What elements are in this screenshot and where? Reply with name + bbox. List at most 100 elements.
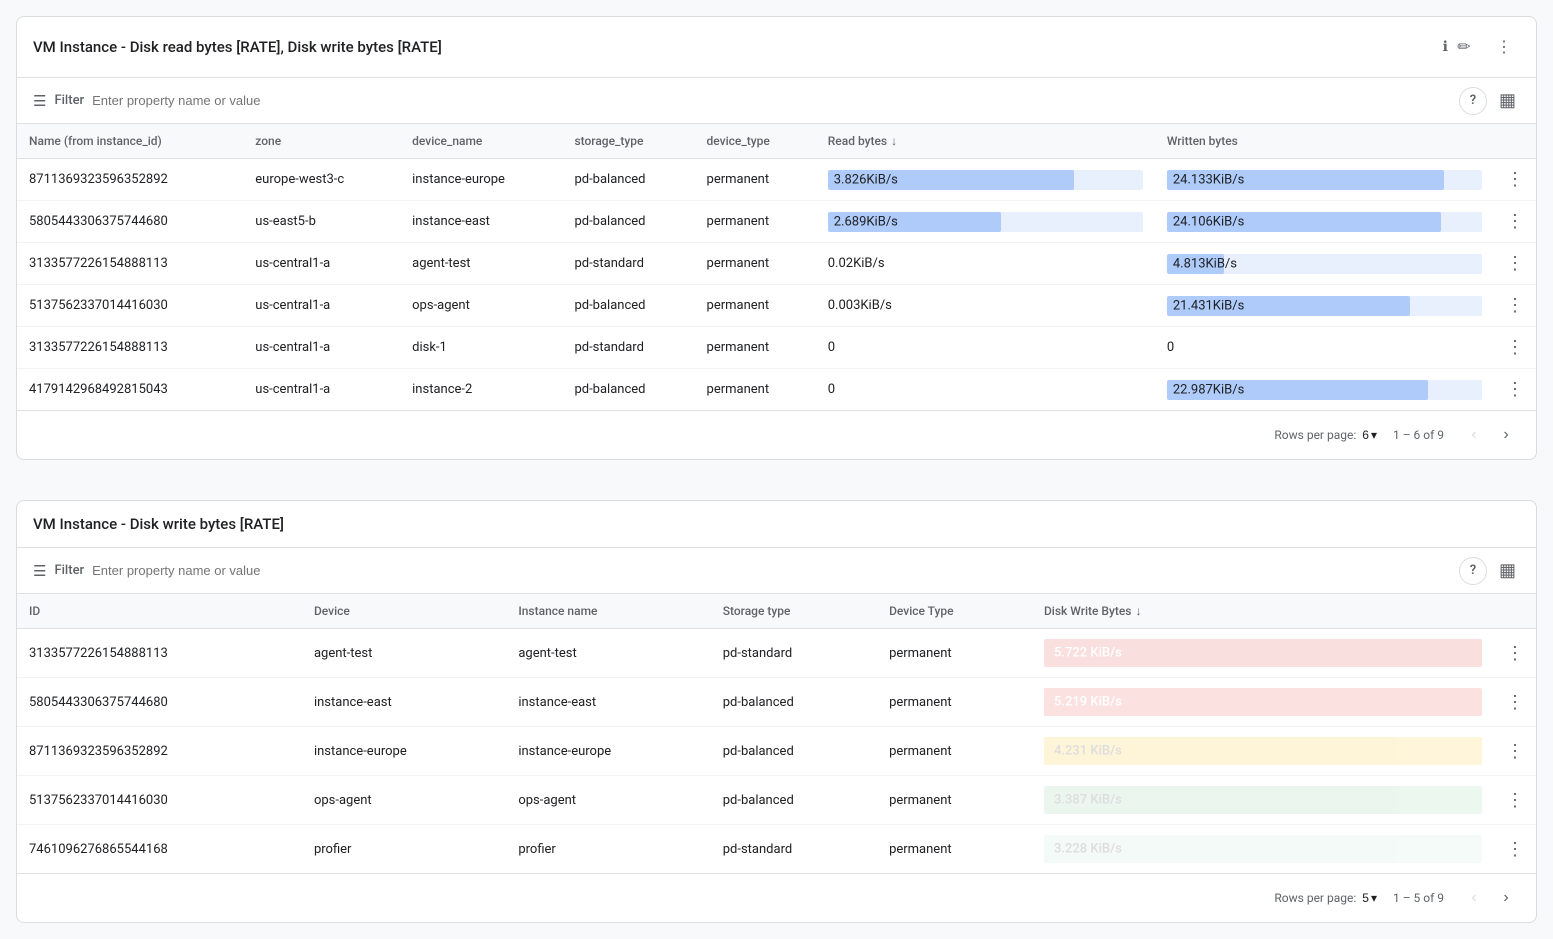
row-menu[interactable]: ⋮: [1494, 243, 1536, 285]
cell-storage-type: pd-balanced: [562, 285, 694, 327]
next-page-btn-2[interactable]: ›: [1492, 884, 1520, 912]
cell2-id: 8711369323596352892: [17, 727, 302, 776]
panel-2-header-row: ID Device Instance name Storage type Dev…: [17, 594, 1536, 629]
panel-1-rows-select[interactable]: 6 ▾: [1362, 428, 1377, 442]
table-row: 5137562337014416030 ops-agent ops-agent …: [17, 776, 1536, 825]
panel-2-header: VM Instance - Disk write bytes [RATE]: [17, 501, 1536, 548]
panel-1-edit-button[interactable]: ✏: [1448, 31, 1480, 63]
cell-storage-type: pd-standard: [562, 327, 694, 369]
cell2-instance-name: ops-agent: [506, 776, 710, 825]
filter-actions-1: ? ▦: [1459, 86, 1520, 115]
row-menu-2[interactable]: ⋮: [1494, 727, 1536, 776]
cell-name: 5805443306375744680: [17, 201, 243, 243]
cell2-storage-type: pd-standard: [711, 629, 877, 678]
col2-disk-write-bytes[interactable]: Disk Write Bytes↓: [1032, 594, 1494, 629]
table-row: 3133577226154888113 us-central1-a disk-1…: [17, 327, 1536, 369]
cell-zone: us-central1-a: [243, 243, 400, 285]
cell-zone: us-central1-a: [243, 285, 400, 327]
help-icon-1[interactable]: ?: [1459, 87, 1487, 115]
cell-device-name: ops-agent: [400, 285, 562, 327]
cell-read-bytes: 0.003KiB/s: [816, 285, 1155, 327]
cell2-id: 7461096276865544168: [17, 825, 302, 874]
cell2-device: instance-east: [302, 678, 506, 727]
col2-device-type: Device Type: [877, 594, 1032, 629]
filter-input-1[interactable]: [92, 93, 1451, 108]
cell-written-bytes: 0: [1155, 327, 1494, 369]
panel-1-page-range: 1 – 6 of 9: [1393, 428, 1444, 442]
cell2-device: ops-agent: [302, 776, 506, 825]
cell-device-name: disk-1: [400, 327, 562, 369]
cell-device-type: permanent: [695, 369, 816, 411]
cell-name: 4179142968492815043: [17, 369, 243, 411]
cell2-storage-type: pd-standard: [711, 825, 877, 874]
help-icon-2[interactable]: ?: [1459, 557, 1487, 585]
cell-read-bytes: 0.02KiB/s: [816, 243, 1155, 285]
cell-zone: us-central1-a: [243, 327, 400, 369]
cell2-device: agent-test: [302, 629, 506, 678]
cell-device-type: permanent: [695, 159, 816, 201]
row-menu[interactable]: ⋮: [1494, 369, 1536, 411]
cell-written-bytes: 4.813KiB/s: [1155, 243, 1494, 285]
col-actions-header: [1494, 124, 1536, 159]
col2-instance-name: Instance name: [506, 594, 710, 629]
cell2-disk-write-bytes: 4.231 KiB/s: [1032, 727, 1494, 776]
cell2-device-type: permanent: [877, 776, 1032, 825]
cell2-device-type: permanent: [877, 629, 1032, 678]
panel-1-header: VM Instance - Disk read bytes [RATE], Di…: [17, 17, 1536, 78]
row-menu[interactable]: ⋮: [1494, 285, 1536, 327]
cell-written-bytes: 21.431KiB/s: [1155, 285, 1494, 327]
cell2-instance-name: agent-test: [506, 629, 710, 678]
row-menu-2[interactable]: ⋮: [1494, 678, 1536, 727]
cell-name: 8711369323596352892: [17, 159, 243, 201]
cell-storage-type: pd-balanced: [562, 159, 694, 201]
panel-2-rows-select[interactable]: 5 ▾: [1362, 891, 1377, 905]
row-menu-2[interactable]: ⋮: [1494, 629, 1536, 678]
col-name: Name (from instance_id): [17, 124, 243, 159]
filter-label-1: Filter: [54, 93, 84, 108]
cell-device-name: instance-europe: [400, 159, 562, 201]
panel-2-rows-per-page: Rows per page: 5 ▾: [1274, 891, 1377, 905]
cell2-storage-type: pd-balanced: [711, 776, 877, 825]
cell2-id: 3133577226154888113: [17, 629, 302, 678]
col-read-bytes[interactable]: Read bytes↓: [816, 124, 1155, 159]
cell-storage-type: pd-standard: [562, 243, 694, 285]
filter-input-2[interactable]: [92, 563, 1451, 578]
table-row: 7461096276865544168 profier profier pd-s…: [17, 825, 1536, 874]
row-menu-2[interactable]: ⋮: [1494, 825, 1536, 874]
panel-2-title: VM Instance - Disk write bytes [RATE]: [33, 515, 1520, 533]
cell-zone: us-east5-b: [243, 201, 400, 243]
panel-1-rows-per-page: Rows per page: 6 ▾: [1274, 428, 1377, 442]
cell2-id: 5137562337014416030: [17, 776, 302, 825]
row-menu[interactable]: ⋮: [1494, 201, 1536, 243]
columns-icon-2[interactable]: ▦: [1495, 556, 1520, 585]
col-written-bytes: Written bytes: [1155, 124, 1494, 159]
cell2-disk-write-bytes: 5.722 KiB/s: [1032, 629, 1494, 678]
cell-device-type: permanent: [695, 201, 816, 243]
cell2-storage-type: pd-balanced: [711, 727, 877, 776]
panel-1-more-button[interactable]: ⋮: [1488, 31, 1520, 63]
filter-label-2: Filter: [54, 563, 84, 578]
table-row: 5805443306375744680 us-east5-b instance-…: [17, 201, 1536, 243]
panel-2-page-range: 1 – 5 of 9: [1393, 891, 1444, 905]
row-menu[interactable]: ⋮: [1494, 327, 1536, 369]
row-menu[interactable]: ⋮: [1494, 159, 1536, 201]
table-row: 8711369323596352892 europe-west3-c insta…: [17, 159, 1536, 201]
panel-1-pagination: Rows per page: 6 ▾ 1 – 6 of 9 ‹ ›: [17, 410, 1536, 459]
prev-page-btn-1[interactable]: ‹: [1460, 421, 1488, 449]
row-menu-2[interactable]: ⋮: [1494, 776, 1536, 825]
next-page-btn-1[interactable]: ›: [1492, 421, 1520, 449]
cell2-disk-write-bytes: 3.228 KiB/s: [1032, 825, 1494, 874]
cell-storage-type: pd-balanced: [562, 369, 694, 411]
col-zone: zone: [243, 124, 400, 159]
panel-1-title: VM Instance - Disk read bytes [RATE], Di…: [33, 38, 1437, 56]
columns-icon-1[interactable]: ▦: [1495, 86, 1520, 115]
cell2-id: 5805443306375744680: [17, 678, 302, 727]
cell2-device: instance-europe: [302, 727, 506, 776]
table-row: 5137562337014416030 us-central1-a ops-ag…: [17, 285, 1536, 327]
panel-2-page-nav: ‹ ›: [1460, 884, 1520, 912]
prev-page-btn-2[interactable]: ‹: [1460, 884, 1488, 912]
table-row: 3133577226154888113 us-central1-a agent-…: [17, 243, 1536, 285]
cell-device-type: permanent: [695, 285, 816, 327]
col2-device: Device: [302, 594, 506, 629]
table-row: 5805443306375744680 instance-east instan…: [17, 678, 1536, 727]
